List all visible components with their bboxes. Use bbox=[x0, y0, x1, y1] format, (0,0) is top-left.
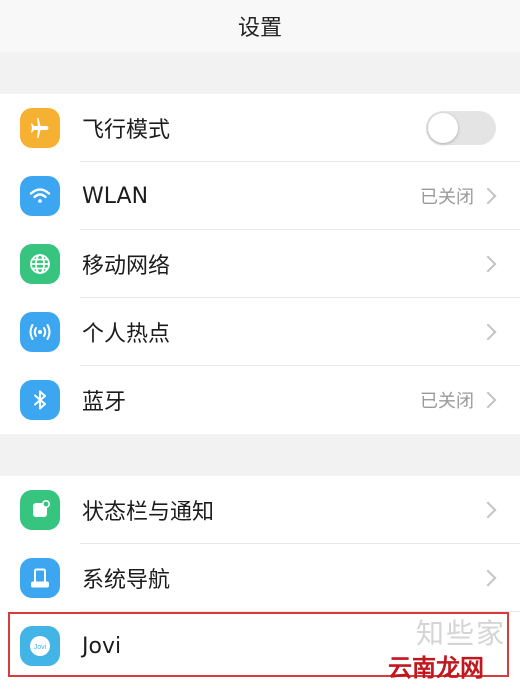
airplane-icon bbox=[20, 108, 60, 148]
chevron-right-icon bbox=[479, 391, 497, 409]
airplane-mode-toggle[interactable] bbox=[426, 111, 496, 145]
setting-row-mobile-network[interactable]: 移动网络 bbox=[0, 230, 520, 298]
setting-label: WLAN bbox=[82, 183, 149, 209]
hotspot-icon bbox=[20, 312, 60, 352]
section-gap bbox=[0, 434, 520, 476]
setting-row-personal-hotspot[interactable]: 个人热点 bbox=[0, 298, 520, 366]
wifi-icon bbox=[20, 176, 60, 216]
watermark-text: 知些家 bbox=[415, 617, 506, 650]
setting-label: 个人热点 bbox=[82, 322, 171, 347]
notification-icon bbox=[20, 490, 60, 530]
setting-row-status-bar-notifications[interactable]: 状态栏与通知 bbox=[0, 476, 520, 544]
section-gap bbox=[0, 52, 520, 94]
chevron-right-icon bbox=[479, 187, 497, 205]
chevron-right-icon bbox=[479, 323, 497, 341]
setting-label: 飞行模式 bbox=[82, 118, 171, 143]
setting-row-airplane-mode[interactable]: 飞行模式 bbox=[0, 94, 520, 162]
setting-row-wlan[interactable]: WLAN 已关闭 bbox=[0, 162, 520, 230]
setting-label: 蓝牙 bbox=[82, 390, 127, 415]
globe-icon bbox=[20, 244, 60, 284]
navigation-icon bbox=[20, 558, 60, 598]
status-text: 已关闭 bbox=[420, 187, 474, 208]
status-text: 已关闭 bbox=[420, 391, 474, 412]
chevron-right-icon bbox=[479, 501, 497, 519]
setting-label: 移动网络 bbox=[82, 254, 171, 279]
chevron-right-icon bbox=[479, 255, 497, 273]
chevron-right-icon bbox=[479, 569, 497, 587]
setting-label: 系统导航 bbox=[82, 568, 171, 593]
page-title: 设置 bbox=[237, 16, 282, 41]
setting-row-bluetooth[interactable]: 蓝牙 已关闭 bbox=[0, 366, 520, 434]
title-bar: 设置 bbox=[0, 0, 520, 52]
bluetooth-icon bbox=[20, 380, 60, 420]
toggle-knob bbox=[428, 113, 458, 143]
setting-label: 状态栏与通知 bbox=[82, 500, 215, 525]
setting-row-system-navigation[interactable]: 系统导航 bbox=[0, 544, 520, 612]
watermark-red-text: 云南龙网 bbox=[388, 654, 484, 682]
